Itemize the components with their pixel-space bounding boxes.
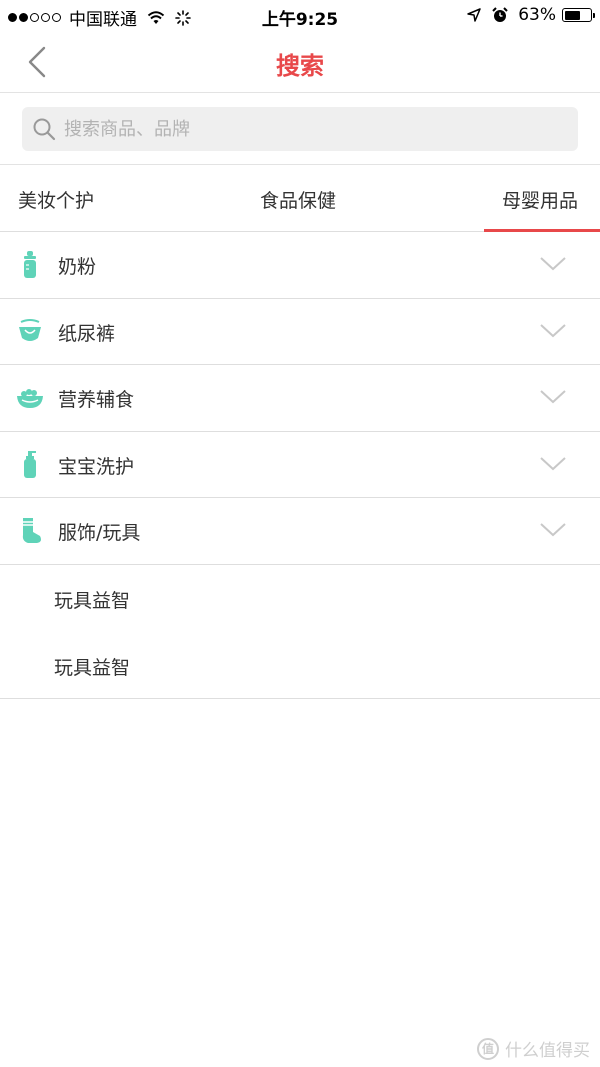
watermark-logo: 值: [477, 1037, 499, 1060]
chevron-down-icon[interactable]: [540, 389, 566, 405]
location-arrow-icon: [467, 8, 481, 22]
category-row-baby-food[interactable]: 营养辅食: [0, 365, 600, 432]
diaper-icon: [19, 318, 41, 341]
tab-food-health[interactable]: 食品保健: [260, 186, 336, 213]
baby-bottle-icon: [24, 251, 36, 278]
category-label: 服饰/玩具: [58, 522, 141, 545]
category-list: 奶粉 纸尿裤 营养辅食 宝宝洗护 服饰/玩具: [0, 232, 600, 565]
subcategory-list: 玩具益智 玩具益智: [0, 566, 600, 699]
subcategory-label: 玩具益智: [54, 656, 131, 679]
alarm-clock-icon: [492, 7, 508, 22]
lotion-bottle-icon: [24, 450, 36, 478]
food-bowl-icon: [17, 389, 43, 409]
search-box[interactable]: [22, 107, 578, 151]
list-item[interactable]: 玩具益智: [0, 633, 600, 700]
search-input[interactable]: [64, 118, 544, 140]
tab-mother-baby[interactable]: 母婴用品: [502, 186, 578, 213]
chevron-down-icon[interactable]: [540, 456, 566, 472]
chevron-down-icon[interactable]: [540, 256, 566, 272]
status-bar: 中国联通 上午9:25 63%: [0, 0, 600, 30]
category-row-milk-powder[interactable]: 奶粉: [0, 232, 600, 299]
subcategory-label: 玩具益智: [54, 590, 131, 612]
category-label: 纸尿裤: [58, 322, 116, 345]
list-item[interactable]: 玩具益智: [0, 566, 600, 633]
search-icon: [33, 118, 56, 141]
page-title: 搜索: [276, 52, 324, 80]
nav-bar: 搜索: [0, 30, 600, 93]
sock-icon: [22, 518, 41, 544]
category-label: 营养辅食: [58, 389, 135, 412]
category-row-baby-wash[interactable]: 宝宝洗护: [0, 432, 600, 499]
category-label: 宝宝洗护: [58, 455, 135, 478]
tab-beauty-care[interactable]: 美妆个护: [18, 186, 94, 213]
chevron-down-icon[interactable]: [540, 522, 566, 538]
chevron-down-icon[interactable]: [540, 323, 566, 339]
battery-icon: [562, 8, 595, 22]
category-label: 奶粉: [58, 256, 97, 278]
search-bar: [0, 94, 600, 165]
watermark: 值 什么值得买: [477, 1036, 590, 1061]
watermark-text: 什么值得买: [505, 1041, 590, 1061]
battery-percent: 63%: [518, 5, 556, 25]
category-row-diapers[interactable]: 纸尿裤: [0, 299, 600, 366]
category-tabs: 美妆个护 食品保健 母婴用品: [0, 166, 600, 232]
category-row-clothing-toys[interactable]: 服饰/玩具: [0, 498, 600, 565]
